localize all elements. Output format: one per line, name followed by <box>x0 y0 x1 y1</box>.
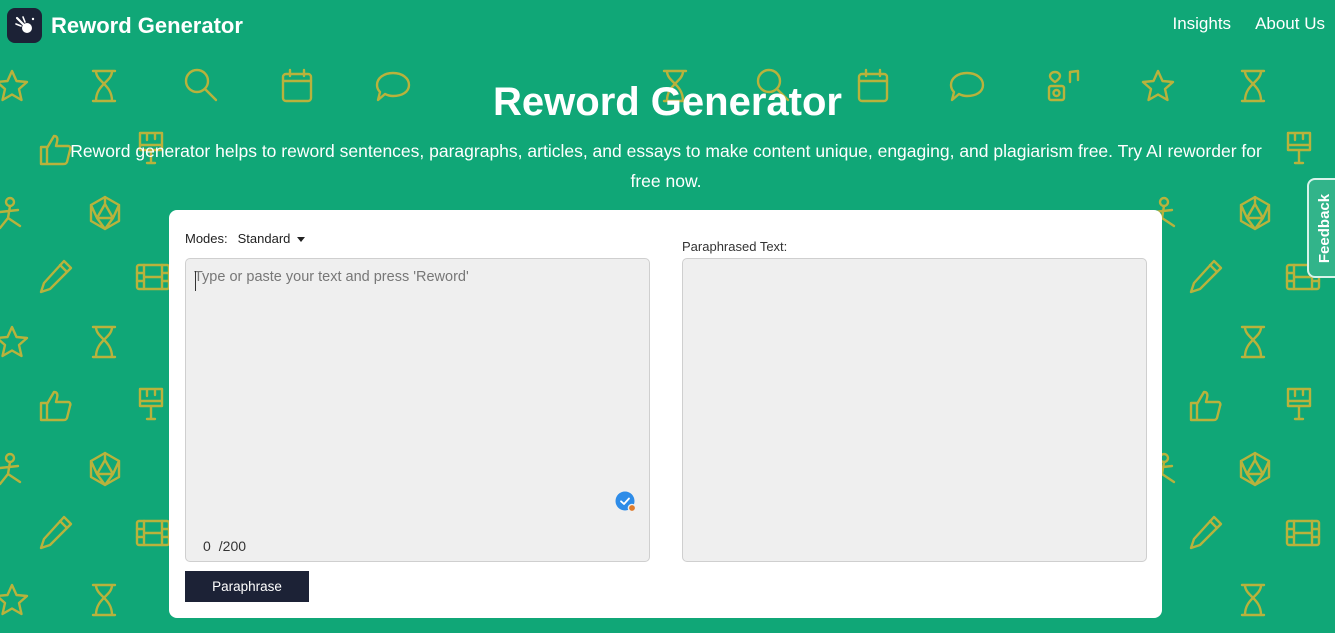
page-title: Reword Generator <box>493 80 842 124</box>
thumbs-up-icon <box>39 390 72 422</box>
grammar-check-icon[interactable] <box>615 491 637 513</box>
paraphrased-text-label: Paraphrased Text: <box>682 239 788 254</box>
brand-link[interactable]: Reword Generator <box>7 8 243 43</box>
star-icon <box>0 583 29 616</box>
caret-down-icon <box>297 236 306 242</box>
polyhedron-icon <box>1239 451 1271 487</box>
text-cursor <box>195 271 196 291</box>
modes-row: Modes: Standard <box>185 231 306 246</box>
pencil-icon <box>1189 515 1223 550</box>
brand-name: Reword Generator <box>51 12 243 38</box>
navbar: Reword Generator Insights About Us <box>0 0 1335 50</box>
input-textarea[interactable] <box>186 259 649 529</box>
hourglass-icon <box>1240 325 1266 359</box>
pencil-icon <box>39 259 73 294</box>
pencil-icon <box>1189 259 1223 294</box>
modes-label: Modes: <box>185 231 228 246</box>
input-panel: 0/200 <box>185 258 650 562</box>
hourglass-icon <box>91 583 117 617</box>
nav-about-us-link[interactable]: About Us <box>1255 14 1325 34</box>
polyhedron-icon <box>89 451 121 487</box>
word-count: 0 <box>203 538 211 554</box>
person-figure-icon <box>0 452 22 486</box>
word-counter: 0/200 <box>203 538 246 554</box>
paintbrush-icon <box>1286 387 1312 421</box>
film-strip-icon <box>135 519 171 547</box>
nav-insights-link[interactable]: Insights <box>1172 14 1231 34</box>
thumbs-up-icon <box>1189 390 1222 422</box>
polyhedron-icon <box>1239 195 1271 231</box>
logo-icon <box>7 8 42 43</box>
paintbrush-icon <box>138 387 164 421</box>
reword-tool-card: Modes: Standard Paraphrased Text: 0/200 … <box>169 210 1162 618</box>
star-icon <box>0 325 29 358</box>
feedback-tab[interactable]: Feedback <box>1307 178 1335 278</box>
page-subtitle: Reword generator helps to reword sentenc… <box>70 141 1262 191</box>
word-limit: /200 <box>218 538 247 554</box>
person-figure-icon <box>0 196 22 230</box>
mode-dropdown[interactable]: Standard <box>238 231 306 246</box>
mode-value: Standard <box>237 231 291 246</box>
pencil-icon <box>39 515 73 550</box>
feedback-label: Feedback <box>1316 193 1334 263</box>
nav-links: Insights About Us <box>1172 14 1325 34</box>
hourglass-icon <box>91 325 117 359</box>
film-strip-icon <box>135 263 171 291</box>
paraphrase-button[interactable]: Paraphrase <box>185 571 309 602</box>
paintbrush-icon <box>1286 131 1312 165</box>
film-strip-icon <box>1285 519 1321 547</box>
output-panel[interactable] <box>682 258 1147 562</box>
hourglass-icon <box>1240 583 1266 617</box>
polyhedron-icon <box>89 195 121 231</box>
